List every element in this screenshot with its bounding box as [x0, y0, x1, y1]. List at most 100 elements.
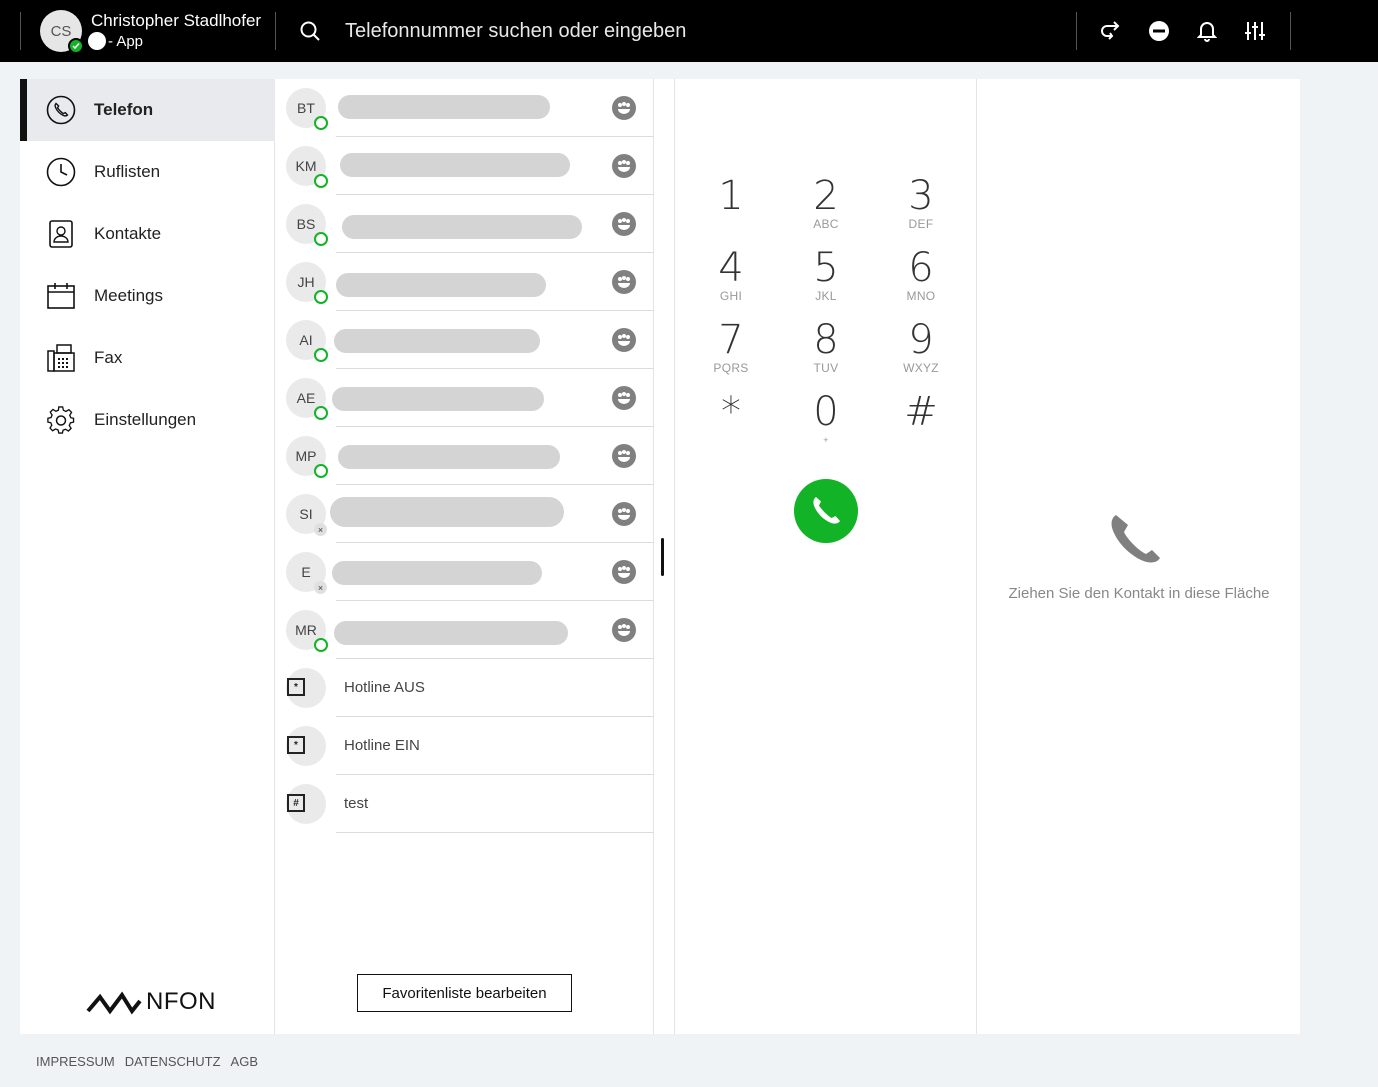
favorite-contact-row[interactable]: SI ×	[276, 485, 654, 543]
group-call-icon[interactable]	[612, 270, 636, 294]
presence-online-icon	[314, 174, 328, 188]
sidebar-item-label: Fax	[94, 348, 123, 367]
favorite-function-row[interactable]: * Hotline EIN	[276, 717, 654, 775]
key-letters: MNO	[906, 289, 936, 303]
key-digit: 4	[718, 245, 744, 291]
dial-key-8[interactable]: 8 TUV	[791, 318, 861, 380]
dial-key-3[interactable]: 3 DEF	[886, 174, 956, 236]
favorite-contact-row[interactable]: MR	[276, 601, 654, 659]
favorite-contact-row[interactable]: BT	[276, 79, 654, 137]
presence-online-icon	[314, 116, 328, 130]
settings-sliders-icon[interactable]	[1241, 17, 1269, 45]
group-call-icon[interactable]	[612, 96, 636, 120]
nfon-logo-mark	[86, 991, 142, 1015]
key-letters: TUV	[813, 361, 839, 375]
sidebar-item-fax[interactable]: Fax	[20, 327, 275, 389]
sidebar-item-meetings[interactable]: Meetings	[20, 265, 275, 327]
dial-key-6[interactable]: 6 MNO	[886, 246, 956, 308]
dial-key-hash[interactable]: #	[886, 390, 956, 452]
dial-key-2[interactable]: 2 ABC	[791, 174, 861, 236]
function-label: Hotline AUS	[344, 679, 425, 696]
dial-key-0[interactable]: 0 +	[791, 390, 861, 452]
presence-online-icon	[314, 406, 328, 420]
dial-key-9[interactable]: 9 WXYZ	[886, 318, 956, 380]
favorite-contact-row[interactable]: JH	[276, 253, 654, 311]
favorite-function-row[interactable]: * Hotline AUS	[276, 659, 654, 717]
contact-name-redacted	[336, 273, 546, 297]
function-label: test	[344, 795, 369, 812]
favorite-contact-row[interactable]: E ×	[276, 543, 654, 601]
topbar-divider	[20, 12, 21, 50]
group-call-icon[interactable]	[612, 328, 636, 352]
key-digit: 0	[813, 389, 839, 435]
key-letters: ABC	[813, 217, 839, 231]
favorite-contact-row[interactable]: AE	[276, 369, 654, 427]
presence-offline-icon: ×	[314, 581, 327, 594]
contact-drop-zone[interactable]: Ziehen Sie den Kontakt in diese Fläche	[978, 79, 1300, 1034]
dial-key-5[interactable]: 5 JKL	[791, 246, 861, 308]
call-button[interactable]	[794, 479, 858, 543]
contact-name-redacted	[330, 497, 564, 527]
group-call-icon[interactable]	[612, 618, 636, 642]
sidebar-item-label: Meetings	[94, 286, 163, 305]
sidebar-item-label: Einstellungen	[94, 410, 197, 429]
sidebar-item-einstellungen[interactable]: Einstellungen	[20, 389, 275, 451]
call-forward-icon[interactable]	[1096, 17, 1124, 45]
sidebar-item-ruflisten[interactable]: Ruflisten	[20, 141, 275, 203]
key-digit: #	[904, 389, 938, 435]
bell-icon[interactable]	[1193, 17, 1221, 45]
dial-key-star[interactable]: *	[696, 390, 766, 452]
clock-icon	[46, 157, 76, 187]
contact-name-redacted	[340, 153, 570, 177]
group-call-icon[interactable]	[612, 502, 636, 526]
group-call-icon[interactable]	[612, 560, 636, 584]
phone-search-input[interactable]	[345, 16, 1045, 46]
dialpad: 1 2 ABC 3 DEF 4 GHI 5 JKL 6 MNO 7 PQRS 8 TUV 9W…	[674, 79, 977, 1034]
group-call-icon[interactable]	[612, 444, 636, 468]
contact-name-redacted	[334, 621, 568, 645]
dial-key-1[interactable]: 1	[696, 174, 766, 236]
gear-icon	[47, 406, 75, 434]
star-code-icon: *	[287, 736, 305, 754]
top-bar: CS Christopher Stadlhofer - App	[0, 0, 1378, 62]
key-digit: 3	[908, 173, 934, 219]
topbar-divider	[1290, 12, 1291, 50]
group-call-icon[interactable]	[612, 386, 636, 410]
phone-handset-icon	[813, 497, 840, 524]
dial-key-4[interactable]: 4 GHI	[696, 246, 766, 308]
group-call-icon[interactable]	[612, 154, 636, 178]
sidebar: Telefon Ruflisten Kontakte Meetings Fax …	[20, 79, 275, 1034]
contact-name-redacted	[334, 329, 540, 353]
topbar-divider	[1076, 12, 1077, 50]
main-panel: Telefon Ruflisten Kontakte Meetings Fax …	[20, 79, 1300, 1034]
key-digit: 6	[908, 245, 934, 291]
favorite-contact-row[interactable]: AI	[276, 311, 654, 369]
do-not-disturb-icon[interactable]	[1145, 17, 1173, 45]
logo-text: NFON	[146, 988, 216, 1015]
star-code-icon: *	[287, 678, 305, 696]
panel-resize-handle[interactable]	[661, 538, 664, 576]
contact-name-redacted	[332, 561, 542, 585]
favorite-contact-row[interactable]: KM	[276, 137, 654, 195]
favorite-contact-row[interactable]: BS	[276, 195, 654, 253]
sidebar-item-kontakte[interactable]: Kontakte	[20, 203, 275, 265]
device-status-dot	[88, 32, 106, 50]
sidebar-item-telefon[interactable]: Telefon	[20, 79, 275, 141]
phone-icon	[46, 95, 76, 125]
edit-favorites-button[interactable]: Favoritenliste bearbeiten	[357, 974, 572, 1012]
key-digit: 8	[813, 317, 839, 363]
datenschutz-link[interactable]: DATENSCHUTZ	[125, 1054, 221, 1069]
favorite-function-row[interactable]: # test	[276, 775, 654, 833]
dial-key-7[interactable]: 7 PQRS	[696, 318, 766, 380]
impressum-link[interactable]: IMPRESSUM	[36, 1054, 115, 1069]
user-name[interactable]: Christopher Stadlhofer	[91, 11, 261, 31]
group-call-icon[interactable]	[612, 212, 636, 236]
favorite-contact-row[interactable]: MP	[276, 427, 654, 485]
key-digit: *	[721, 389, 741, 435]
contact-name-redacted	[338, 445, 560, 469]
key-letters: PQRS	[713, 361, 749, 375]
presence-online-icon	[314, 464, 328, 478]
key-letters: DEF	[908, 217, 934, 231]
agb-link[interactable]: AGB	[231, 1054, 258, 1069]
contact-name-redacted	[342, 215, 582, 239]
